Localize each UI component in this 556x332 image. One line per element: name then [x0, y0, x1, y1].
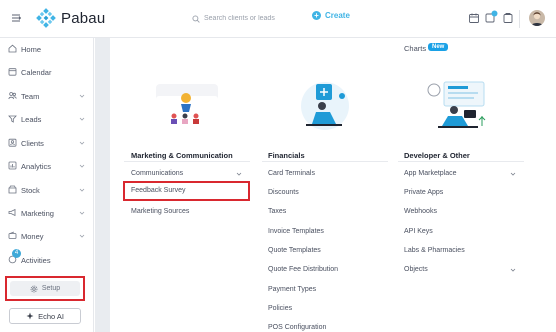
- chevron-down-icon: [79, 234, 85, 238]
- link-taxes[interactable]: Taxes: [268, 208, 286, 215]
- logo-text: Pabau: [61, 9, 106, 27]
- link-app-marketplace[interactable]: App Marketplace: [404, 170, 457, 177]
- notifications-icon[interactable]: [484, 10, 498, 23]
- sidebar-item-calendar[interactable]: Calendar: [0, 64, 94, 80]
- sidebar: Home Calendar Team Leads Clients Analyti…: [0, 38, 94, 332]
- leads-icon: [8, 115, 17, 123]
- echo-ai-label: Echo AI: [38, 311, 64, 321]
- sidebar-item-analytics[interactable]: Analytics: [0, 158, 94, 174]
- link-api-keys[interactable]: API Keys: [404, 228, 433, 235]
- chevron-down-icon: [510, 172, 516, 176]
- sidebar-item-label: Stock: [21, 186, 40, 195]
- activities-badge: 4: [12, 249, 21, 258]
- team-icon: [8, 92, 17, 100]
- section-divider: [398, 161, 524, 162]
- setup-highlight-box: [5, 276, 85, 301]
- section-title-developer: Developer & Other: [404, 151, 470, 160]
- feedback-highlight-box: [123, 181, 250, 201]
- stock-icon: [8, 185, 17, 194]
- link-private-apps[interactable]: Private Apps: [404, 189, 443, 196]
- money-icon: [8, 231, 17, 239]
- create-label: Create: [325, 11, 350, 20]
- link-communications[interactable]: Communications: [131, 170, 183, 177]
- chevron-down-icon: [79, 141, 85, 145]
- charts-link[interactable]: Charts: [404, 44, 426, 53]
- clients-icon: [8, 138, 17, 147]
- sidebar-item-home[interactable]: Home: [0, 41, 94, 57]
- sidebar-item-marketing[interactable]: Marketing: [0, 205, 94, 221]
- link-pos-configuration[interactable]: POS Configuration: [268, 324, 326, 331]
- sparkle-icon: [26, 312, 34, 320]
- sidebar-item-label: Marketing: [21, 209, 54, 218]
- chevron-down-icon: [79, 211, 85, 215]
- chevron-down-icon: [79, 188, 85, 192]
- link-quote-templates[interactable]: Quote Templates: [268, 247, 321, 254]
- sidebar-item-label: Leads: [21, 115, 42, 124]
- link-quote-fee-distribution[interactable]: Quote Fee Distribution: [268, 266, 338, 273]
- link-webhooks[interactable]: Webhooks: [404, 208, 437, 215]
- financials-illustration: [301, 82, 349, 130]
- search-input[interactable]: [204, 15, 296, 22]
- sidebar-item-team[interactable]: Team: [0, 88, 94, 104]
- pabau-logo-icon: [36, 8, 56, 28]
- home-icon: [8, 44, 17, 53]
- link-payment-types[interactable]: Payment Types: [268, 286, 316, 293]
- link-marketing-sources[interactable]: Marketing Sources: [131, 208, 189, 215]
- tasks-icon[interactable]: [502, 12, 514, 24]
- menu-toggle-icon[interactable]: [10, 12, 22, 24]
- section-title-marketing: Marketing & Communication: [131, 151, 233, 160]
- link-discounts[interactable]: Discounts: [268, 189, 299, 196]
- echo-ai-button[interactable]: Echo AI: [9, 308, 81, 324]
- link-card-terminals[interactable]: Card Terminals: [268, 170, 315, 177]
- global-search[interactable]: [192, 10, 300, 27]
- link-labs-pharmacies[interactable]: Labs & Pharmacies: [404, 247, 465, 254]
- header-divider: [519, 10, 520, 28]
- pabau-logo[interactable]: Pabau: [36, 8, 105, 28]
- sidebar-item-label: Calendar: [21, 68, 52, 77]
- sidebar-item-clients[interactable]: Clients: [0, 135, 94, 151]
- link-policies[interactable]: Policies: [268, 305, 292, 312]
- developer-illustration: [427, 81, 486, 128]
- section-divider: [124, 161, 250, 162]
- avatar[interactable]: [529, 10, 545, 26]
- calendar-icon: [8, 68, 17, 76]
- section-title-financials: Financials: [268, 151, 305, 160]
- sidebar-item-stock[interactable]: Stock: [0, 182, 94, 198]
- sidebar-item-label: Activities: [21, 256, 51, 265]
- chevron-down-icon: [79, 164, 85, 168]
- sidebar-item-money[interactable]: Money: [0, 228, 94, 244]
- sidebar-item-label: Team: [21, 92, 40, 101]
- sidebar-item-label: Money: [21, 232, 44, 241]
- section-divider: [262, 161, 388, 162]
- chevron-down-icon: [79, 117, 85, 121]
- link-objects[interactable]: Objects: [404, 266, 428, 273]
- new-badge: New: [428, 43, 449, 51]
- analytics-icon: [8, 161, 17, 170]
- link-invoice-templates[interactable]: Invoice Templates: [268, 228, 324, 235]
- sidebar-item-leads[interactable]: Leads: [0, 111, 94, 127]
- plus-icon: +: [312, 11, 321, 20]
- chevron-down-icon: [510, 268, 516, 272]
- sidebar-item-label: Clients: [21, 139, 44, 148]
- chevron-down-icon: [79, 94, 85, 98]
- search-icon: [192, 14, 200, 23]
- top-header: Pabau + Create: [0, 0, 556, 38]
- chevron-down-icon: [236, 172, 242, 176]
- calendar-icon[interactable]: [468, 12, 480, 24]
- create-button[interactable]: + Create: [312, 11, 350, 20]
- sidebar-item-label: Analytics: [21, 162, 52, 171]
- marketing-illustration: [156, 84, 218, 130]
- marketing-icon: [8, 208, 16, 217]
- sidebar-item-label: Home: [21, 45, 42, 54]
